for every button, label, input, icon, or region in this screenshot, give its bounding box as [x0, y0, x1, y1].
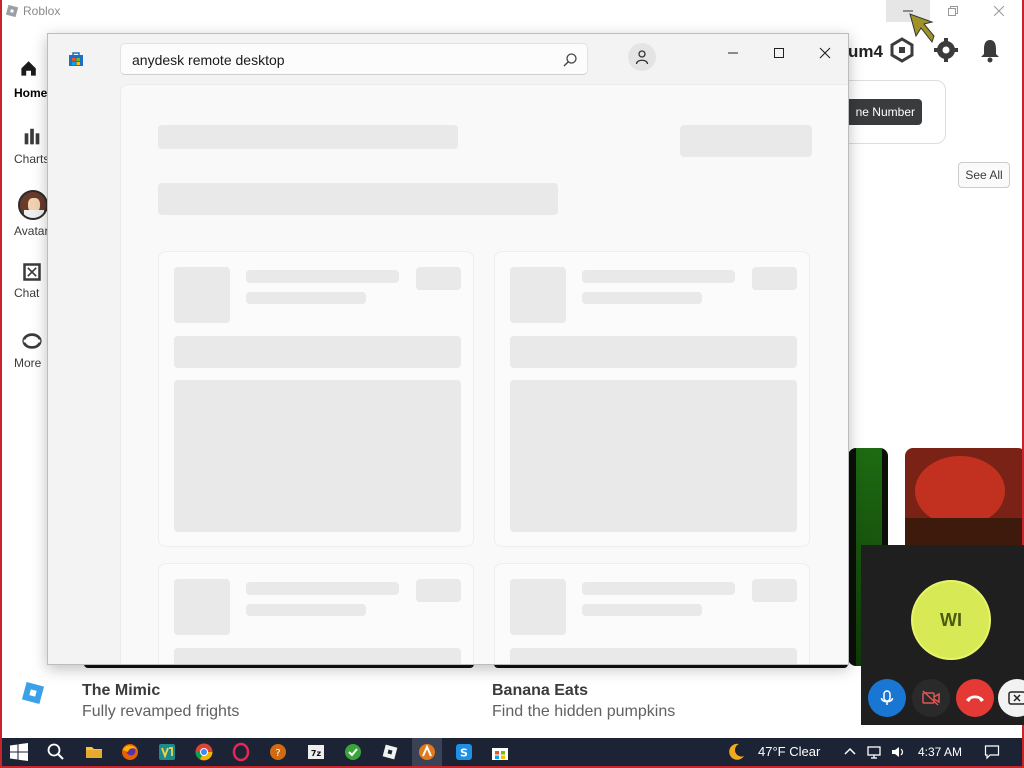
caller-avatar: WI: [911, 580, 991, 660]
microsoft-store-icon: [69, 52, 83, 66]
close-icon: [819, 47, 831, 59]
minimize-icon: [728, 52, 738, 54]
settings-gear-icon[interactable]: [932, 36, 960, 64]
hang-up-icon: [966, 695, 984, 702]
game-title[interactable]: Banana Eats: [492, 682, 588, 700]
roblox-close-button[interactable]: [977, 0, 1021, 22]
file-explorer-icon[interactable]: [84, 742, 104, 762]
restore-icon: [948, 6, 958, 16]
skeleton-title: [158, 125, 458, 149]
see-all-button[interactable]: See All: [958, 162, 1010, 188]
add-phone-number-button[interactable]: ne Number: [842, 99, 922, 125]
app-icon[interactable]: ?: [268, 742, 288, 762]
taskbar-clock[interactable]: 4:37 AM: [918, 745, 962, 759]
skeleton-card: [494, 251, 810, 547]
volume-icon[interactable]: [890, 744, 906, 760]
opera-gx-icon[interactable]: [231, 742, 251, 762]
search-icon[interactable]: [46, 742, 66, 762]
skeleton-filter: [680, 125, 812, 157]
roblox-restore-button[interactable]: [931, 0, 975, 22]
skeleton-card: [494, 563, 810, 664]
store-maximize-button[interactable]: [756, 38, 802, 68]
app-icon[interactable]: [157, 742, 177, 762]
microphone-icon: [880, 690, 894, 705]
store-close-button[interactable]: [802, 38, 848, 68]
search-icon[interactable]: [562, 52, 578, 68]
taskbar-active-app[interactable]: [412, 738, 442, 766]
microsoft-store-icon[interactable]: [490, 742, 510, 762]
roblox-app-icon: [6, 5, 18, 17]
close-icon: [994, 6, 1004, 16]
taskbar: ? 7z S 47°F Clear 4:37 AM: [2, 738, 1022, 766]
close-icon: [1008, 691, 1024, 705]
7zip-icon[interactable]: 7z: [306, 742, 326, 762]
chrome-icon[interactable]: [194, 742, 214, 762]
app-icon: [419, 744, 435, 760]
call-widget: WI: [861, 545, 1024, 725]
more-icon: [22, 333, 42, 349]
mouse-cursor-icon: [909, 13, 935, 44]
store-minimize-button[interactable]: [710, 38, 756, 68]
maximize-icon: [774, 48, 784, 58]
search-input-value: anydesk remote desktop: [132, 52, 285, 68]
firefox-icon[interactable]: [120, 742, 140, 762]
roblox-logo-icon: [21, 681, 45, 705]
username: um4: [848, 42, 883, 61]
notifications-icon[interactable]: [984, 744, 1000, 760]
roblox-titlebar[interactable]: Roblox: [2, 0, 1022, 22]
weather-text[interactable]: 47°F Clear: [758, 744, 820, 759]
store-search-input[interactable]: anydesk remote desktop: [120, 43, 588, 75]
game-subtitle: Fully revamped frights: [82, 703, 240, 720]
camera-toggle-button[interactable]: [912, 679, 950, 717]
roblox-icon[interactable]: [380, 742, 400, 762]
search-results-loading: [120, 84, 848, 664]
end-call-button[interactable]: [956, 679, 994, 717]
skype-icon[interactable]: S: [454, 742, 474, 762]
account-button[interactable]: [628, 43, 656, 71]
mute-microphone-button[interactable]: [868, 679, 906, 717]
game-title[interactable]: The Mimic: [82, 682, 160, 700]
windows-start-icon[interactable]: [10, 743, 28, 761]
charts-icon: [24, 128, 40, 145]
network-icon[interactable]: [866, 744, 882, 760]
call-more-button[interactable]: [998, 679, 1024, 717]
camera-off-icon: [922, 690, 940, 706]
skeleton-subtitle: [158, 183, 558, 215]
app-icon[interactable]: [343, 742, 363, 762]
user-icon: [635, 50, 649, 65]
weather-moon-icon[interactable]: [726, 742, 746, 762]
chat-icon: [23, 263, 41, 281]
notifications-bell-icon[interactable]: [976, 36, 1004, 64]
skeleton-card: [158, 251, 474, 547]
home-icon: [21, 61, 36, 76]
chevron-up-icon[interactable]: [842, 744, 858, 760]
avatar: [18, 190, 48, 220]
roblox-window-title: Roblox: [23, 4, 61, 18]
game-subtitle: Find the hidden pumpkins: [492, 703, 676, 720]
skeleton-card: [158, 563, 474, 664]
svg-text:S: S: [460, 747, 468, 760]
store-window: anydesk remote desktop: [47, 33, 849, 665]
svg-text:7z: 7z: [311, 749, 322, 758]
svg-text:?: ?: [275, 748, 280, 759]
